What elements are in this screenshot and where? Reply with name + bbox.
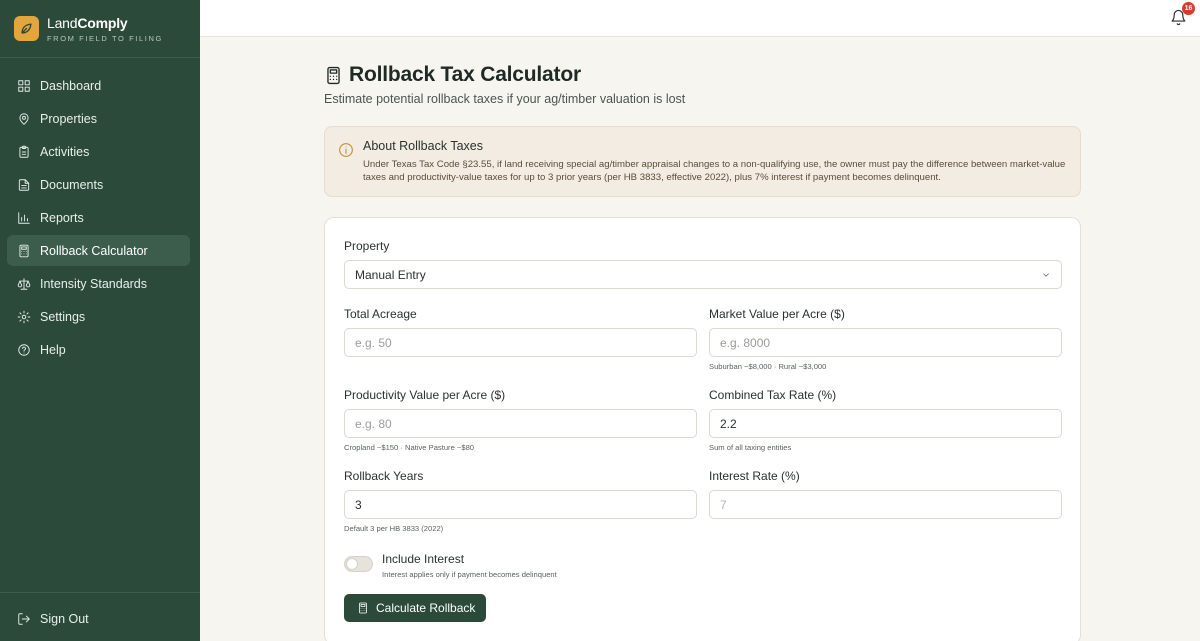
sign-out-button[interactable]: Sign Out <box>7 603 190 634</box>
total-acreage-field: Total Acreage e.g. 50 <box>344 307 697 388</box>
clipboard-icon <box>17 145 31 159</box>
brand[interactable]: LandComply FROM FIELD TO FILING <box>0 0 200 58</box>
toggle-knob <box>346 558 358 570</box>
calculate-rollback-button[interactable]: Calculate Rollback <box>344 594 486 622</box>
market-value-field: Market Value per Acre ($) e.g. 8000 Subu… <box>709 307 1062 388</box>
notification-badge: 16 <box>1182 2 1195 15</box>
top-bar: 16 <box>200 0 1200 37</box>
brand-tagline: FROM FIELD TO FILING <box>47 33 163 43</box>
sidebar-footer: Sign Out <box>0 592 200 636</box>
sidebar-item-activities[interactable]: Activities <box>7 136 190 167</box>
grid-icon <box>17 79 31 93</box>
rollback-years-label: Rollback Years <box>344 469 424 483</box>
tax-rate-label: Combined Tax Rate (%) <box>709 388 837 402</box>
sidebar: LandComply FROM FIELD TO FILING Dashboar… <box>0 0 200 641</box>
sign-out-icon <box>17 612 31 626</box>
productivity-value-label: Productivity Value per Acre ($) <box>344 388 506 402</box>
sidebar-item-documents[interactable]: Documents <box>7 169 190 200</box>
info-body: Under Texas Tax Code §23.55, if land rec… <box>363 159 1066 183</box>
include-interest-hint: Interest applies only if payment becomes… <box>382 570 557 579</box>
page-subtitle: Estimate potential rollback taxes if you… <box>324 92 686 106</box>
sidebar-item-intensity-standards[interactable]: Intensity Standards <box>7 268 190 299</box>
market-value-hint: Suburban ~$8,000 · Rural ~$3,000 <box>709 362 827 371</box>
sidebar-item-label: Activities <box>40 144 90 159</box>
sidebar-item-reports[interactable]: Reports <box>7 202 190 233</box>
sidebar-item-label: Help <box>40 342 66 357</box>
property-select[interactable]: Manual Entry <box>344 260 1062 289</box>
interest-rate-label: Interest Rate (%) <box>709 469 800 483</box>
document-icon <box>17 178 31 192</box>
property-label: Property <box>344 239 390 253</box>
include-interest-row: Include Interest Interest applies only i… <box>344 552 1061 579</box>
tax-rate-hint: Sum of all taxing entities <box>709 443 792 452</box>
bar-chart-icon <box>17 211 31 225</box>
rollback-years-field: Rollback Years 3 Default 3 per HB 3833 (… <box>344 469 697 550</box>
total-acreage-label: Total Acreage <box>344 307 417 321</box>
tax-rate-input[interactable]: 2.2 <box>709 409 1062 438</box>
main-content: Rollback Tax Calculator Estimate potenti… <box>324 37 1081 641</box>
sidebar-item-label: Reports <box>40 210 84 225</box>
help-icon <box>17 343 31 357</box>
interest-rate-field: Interest Rate (%) 7 <box>709 469 1062 550</box>
calculator-icon <box>17 244 31 258</box>
market-value-label: Market Value per Acre ($) <box>709 307 845 321</box>
calculator-icon <box>324 65 343 86</box>
include-interest-label: Include Interest <box>382 552 465 566</box>
chevron-down-icon <box>1043 272 1049 277</box>
leaf-icon <box>14 16 39 41</box>
sidebar-item-label: Properties <box>40 111 97 126</box>
brand-name-part1: Land <box>47 14 78 31</box>
calculate-rollback-label: Calculate Rollback <box>376 601 476 615</box>
sidebar-item-properties[interactable]: Properties <box>7 103 190 134</box>
sidebar-nav: Dashboard Properties Activities Document… <box>7 70 190 367</box>
sidebar-item-label: Settings <box>40 309 86 324</box>
tax-rate-field: Combined Tax Rate (%) 2.2 Sum of all tax… <box>709 388 1062 469</box>
calculator-icon <box>359 602 367 614</box>
form-grid: Total Acreage e.g. 50 Market Value per A… <box>344 307 1062 550</box>
brand-name-part2: Comply <box>77 14 128 31</box>
calculator-form: Property Manual Entry Total Acreage e.g.… <box>324 217 1081 641</box>
sign-out-label: Sign Out <box>40 611 89 626</box>
market-value-input[interactable]: e.g. 8000 <box>709 328 1062 357</box>
rollback-years-input[interactable]: 3 <box>344 490 697 519</box>
page-header: Rollback Tax Calculator <box>324 63 1081 87</box>
sidebar-item-label: Dashboard <box>40 78 102 93</box>
property-select-value: Manual Entry <box>355 267 426 282</box>
brand-name: LandComply <box>47 15 163 31</box>
info-title: About Rollback Taxes <box>363 139 483 153</box>
productivity-value-input[interactable]: e.g. 80 <box>344 409 697 438</box>
sidebar-item-label: Rollback Calculator <box>40 243 148 258</box>
sidebar-item-dashboard[interactable]: Dashboard <box>7 70 190 101</box>
scale-icon <box>17 277 31 291</box>
sidebar-item-label: Documents <box>40 177 104 192</box>
info-banner: About Rollback Taxes Under Texas Tax Cod… <box>324 126 1081 197</box>
notifications-button[interactable]: 16 <box>1170 2 1195 28</box>
interest-rate-input[interactable]: 7 <box>709 490 1062 519</box>
sidebar-item-label: Intensity Standards <box>40 276 148 291</box>
rollback-years-hint: Default 3 per HB 3833 (2022) <box>344 524 444 533</box>
include-interest-toggle[interactable] <box>344 556 373 572</box>
sidebar-item-help[interactable]: Help <box>7 334 190 365</box>
productivity-value-hint: Cropland ~$150 · Native Pasture ~$80 <box>344 443 475 452</box>
sidebar-item-settings[interactable]: Settings <box>7 301 190 332</box>
page-title: Rollback Tax Calculator <box>349 63 581 86</box>
total-acreage-input[interactable]: e.g. 50 <box>344 328 697 357</box>
productivity-value-field: Productivity Value per Acre ($) e.g. 80 … <box>344 388 697 469</box>
gear-icon <box>17 310 31 324</box>
map-pin-icon <box>17 112 31 126</box>
info-icon <box>338 142 354 158</box>
sidebar-item-rollback-calculator[interactable]: Rollback Calculator <box>7 235 190 266</box>
